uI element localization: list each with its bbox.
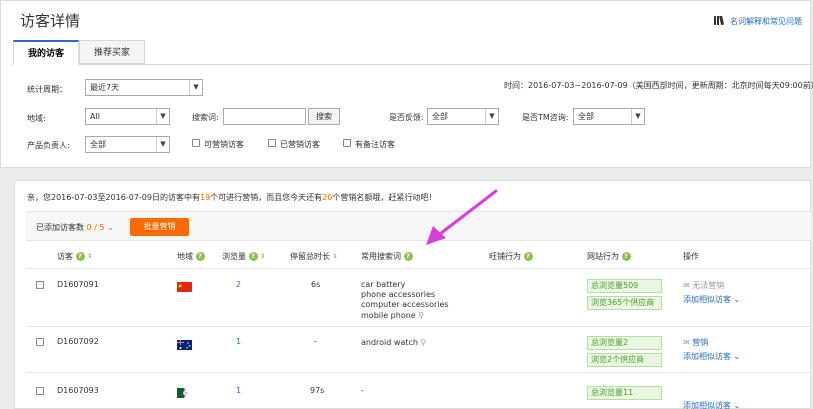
owner-select[interactable]: 全部 ▼ (85, 136, 170, 153)
tab-recommended-buyers[interactable]: 推荐买家 (79, 40, 145, 64)
header-divider (26, 268, 811, 269)
keyword: mobile phone ⚲ (361, 311, 425, 320)
chevron-down-icon: ▼ (485, 109, 498, 124)
search-icon[interactable]: ⚲ (421, 338, 427, 347)
header-duration[interactable]: 停留总时长 ⇕ (290, 251, 338, 262)
marketable-checkbox[interactable] (192, 139, 200, 147)
chevron-down-icon: ⌄ (733, 401, 741, 409)
header-site: 网站行为 ? (587, 251, 631, 262)
tab-bar-line (12, 64, 811, 65)
period-label: 统计周期： (27, 85, 67, 94)
keyword: phone accessories (361, 290, 436, 299)
site-tag: 总浏览量11 (587, 386, 662, 400)
algeria-flag-icon (177, 388, 192, 398)
views-count[interactable]: 1 (236, 386, 241, 395)
region-select[interactable]: All ▼ (85, 108, 170, 125)
marketed-checkbox[interactable] (268, 139, 276, 147)
help-icon[interactable]: ? (403, 252, 413, 261)
chevron-down-icon: ⌄ (733, 352, 741, 361)
help-book-icon (714, 15, 724, 26)
mail-icon: ✉ (683, 281, 690, 290)
duration: 97s (310, 386, 325, 395)
row-checkbox[interactable] (36, 281, 44, 289)
marketable-label: 可营销访客 (204, 140, 244, 149)
region-label: 地域: (27, 114, 46, 123)
australia-flag-icon (177, 340, 192, 350)
visitor-id[interactable]: D1607093 (57, 386, 99, 395)
china-flag-icon (177, 282, 192, 292)
keyword: computer accessories (361, 300, 449, 309)
search-icon[interactable]: ⚲ (418, 311, 424, 320)
noted-checkbox[interactable] (343, 139, 351, 147)
mail-icon: ✉ (683, 338, 690, 347)
add-similar-link[interactable]: 添加相似访客 ⌄ (683, 351, 740, 362)
chevron-down-icon: ▼ (156, 109, 169, 124)
tm-label: 是否TM咨询: (522, 113, 569, 122)
keyword: android watch ⚲ (361, 338, 427, 347)
header-keywords: 常用搜索词 ? (361, 251, 413, 262)
site-tag: 总浏览量509 (587, 279, 662, 293)
chevron-down-icon: ▼ (631, 109, 644, 124)
help-icon[interactable]: ? (523, 252, 533, 261)
header-region: 地域 ? (177, 251, 205, 262)
annotation-arrow-icon (426, 189, 498, 245)
time-info: 时间：2016-07-03~2016-07-09（美国西部时间，更新周期：北京时… (504, 81, 813, 90)
views-count[interactable]: 2 (236, 280, 241, 289)
noted-label: 有备注访客 (355, 140, 395, 149)
search-label: 搜索词: (192, 113, 219, 122)
search-button[interactable]: 搜索 (308, 108, 340, 125)
chevron-down-icon: ⌄ (733, 295, 741, 304)
sort-icon[interactable]: ⇕ (87, 253, 92, 260)
site-tag: 浏览365个供应商 (587, 296, 662, 310)
help-icon[interactable]: ? (248, 252, 258, 261)
add-similar-link[interactable]: 添加相似访客 ⌄ (683, 294, 740, 305)
batch-marketing-button[interactable]: 批量营销 (130, 218, 189, 236)
tab-my-visitors[interactable]: 我的访客 (13, 40, 79, 65)
header-visitor[interactable]: 访客 ? ⇕ (57, 251, 92, 262)
chevron-down-icon: ⌄ (107, 223, 114, 232)
help-icon[interactable]: ? (195, 252, 205, 261)
period-select[interactable]: 最近7天 ▼ (85, 79, 203, 96)
help-link[interactable]: 名词解释和常见问题 (730, 16, 802, 27)
marketing-action[interactable]: ✉ 营销 (683, 337, 708, 348)
site-tag: 总浏览量2 (587, 336, 662, 350)
sort-icon[interactable]: ⇕ (260, 253, 265, 260)
header-views[interactable]: 浏览量 ? ⇕ (222, 251, 265, 262)
row-checkbox[interactable] (36, 338, 44, 346)
marketing-notice: 亲，您2016-07-03至2016-07-09日的访客中有19个可进行营销，而… (27, 193, 437, 202)
chevron-down-icon: ▼ (156, 137, 169, 152)
search-input[interactable] (223, 108, 306, 125)
site-tag: 浏览2个供应商 (587, 353, 662, 367)
sort-icon[interactable]: ⇕ (333, 253, 338, 260)
duration: 6s (311, 280, 321, 289)
chevron-down-icon: ▼ (189, 80, 202, 95)
marketed-label: 已营销访客 (280, 140, 320, 149)
help-icon[interactable]: ? (621, 252, 631, 261)
row-checkbox[interactable] (36, 387, 44, 395)
visitor-id[interactable]: D1607092 (57, 337, 99, 346)
header-action: 操作 (683, 252, 699, 261)
feedback-select[interactable]: 全部 ▼ (427, 108, 499, 125)
views-count[interactable]: 1 (236, 337, 241, 346)
feedback-label: 是否反馈: (389, 113, 424, 122)
visitor-id[interactable]: D1607091 (57, 280, 99, 289)
header-wangwang: 旺铺行为 ? (489, 251, 533, 262)
keyword: - (361, 386, 364, 395)
owner-label: 产品负责人: (27, 141, 70, 150)
added-visitors-count[interactable]: 已添加访客数 0 / 5 ⌄ (36, 222, 114, 233)
keyword: car battery (361, 280, 406, 289)
help-icon[interactable]: ? (75, 252, 85, 261)
add-similar-link[interactable]: 添加相似访客 ⌄ (683, 400, 740, 409)
tm-select[interactable]: 全部 ▼ (573, 108, 645, 125)
page-title: 访客详情 (20, 12, 81, 30)
row-divider (26, 326, 811, 327)
row-divider (26, 372, 811, 373)
marketing-action: ✉ 无法营销 (683, 281, 725, 290)
duration: - (314, 337, 317, 346)
